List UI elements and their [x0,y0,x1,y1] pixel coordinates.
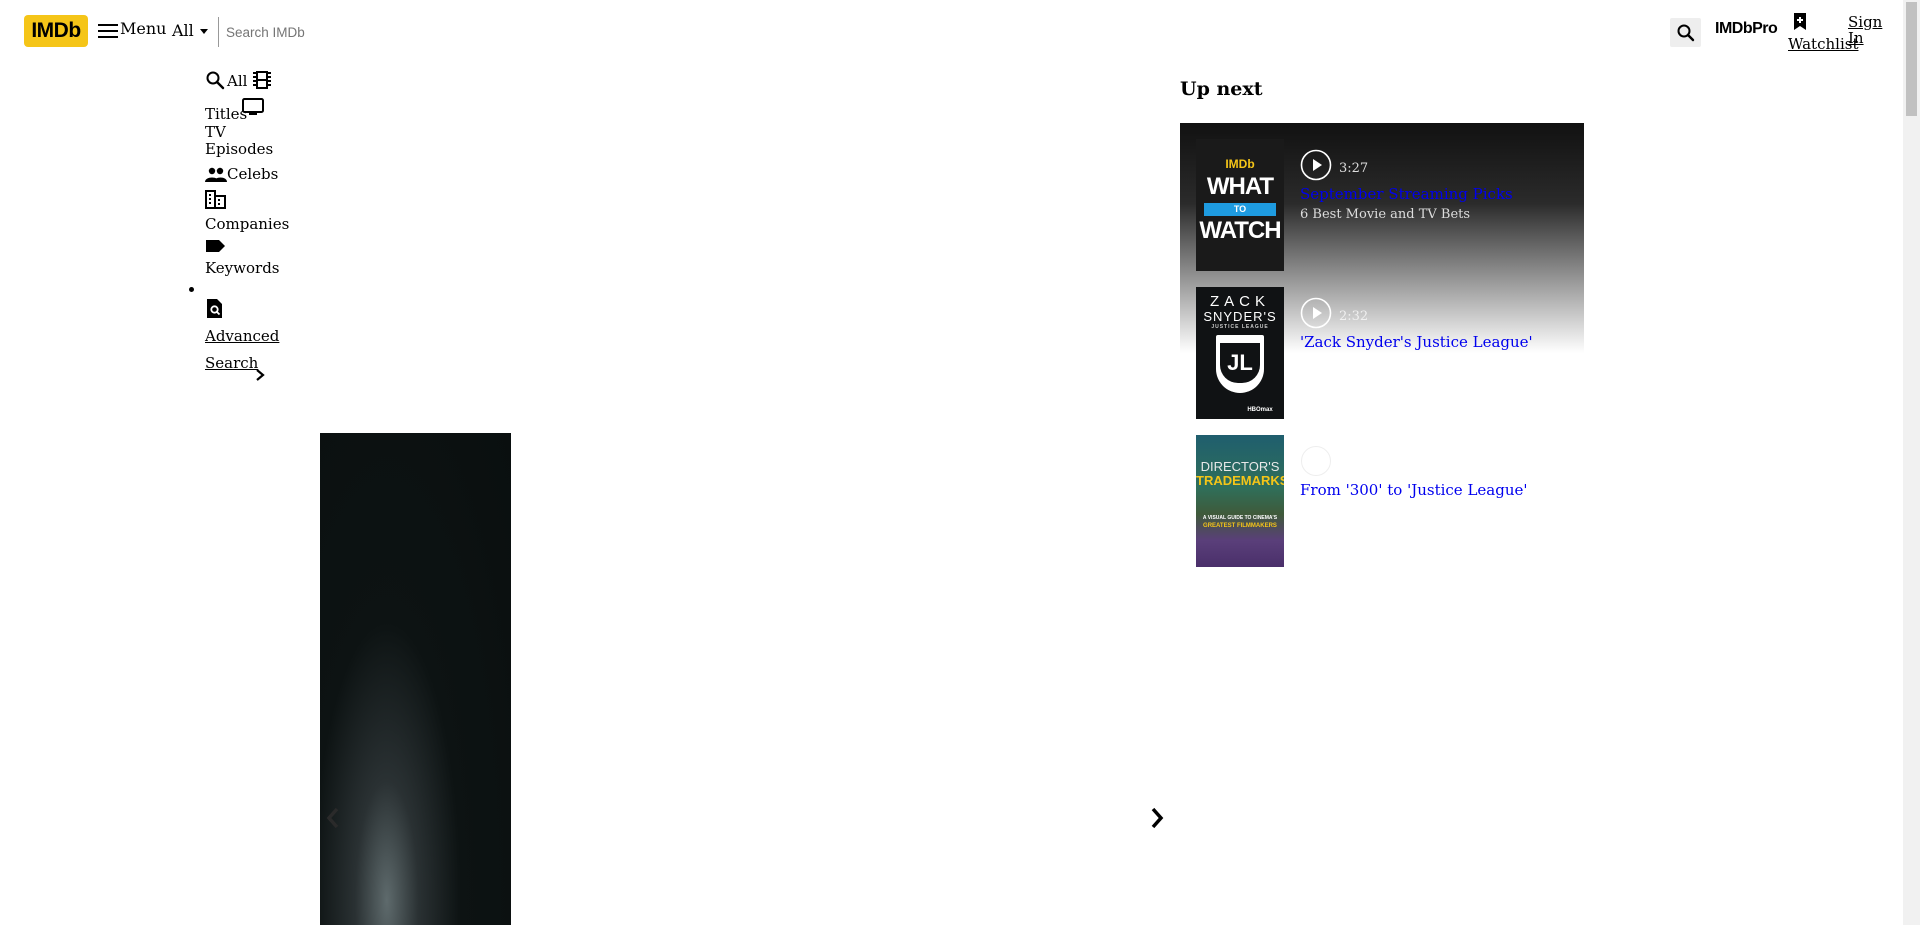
imdbpro-link[interactable]: IMDbPro [1715,20,1778,38]
poster-line-2: TO [1204,203,1276,216]
poster-line-2: TRADEMARKS [1196,473,1284,488]
building-icon [205,190,226,209]
category-titles-label: Titles [205,105,248,123]
tag-icon [206,240,225,252]
category-all[interactable]: All [205,70,247,90]
video-title-link[interactable]: From '300' to 'Justice League' [1300,481,1527,499]
video-title-link[interactable]: 'Zack Snyder's Justice League' [1300,333,1533,351]
category-keywords[interactable]: Keywords [205,238,280,277]
poster-line-2: SNYDER'S [1203,309,1277,324]
search-bar: All [170,14,1300,48]
justice-league-emblem: JL [1216,335,1264,393]
page-scrollbar[interactable] [1903,0,1920,925]
video-player[interactable] [320,433,511,925]
document-search-icon [207,299,222,318]
advanced-search-label-1: Advanced [205,327,280,345]
play-icon[interactable] [1300,445,1332,477]
category-tv-label-2: Episodes [205,140,274,158]
search-divider [218,17,219,47]
poster-line-3: WATCH [1199,217,1281,244]
category-companies-label: Companies [205,215,290,233]
category-companies[interactable]: Companies [205,190,289,233]
up-next-item[interactable]: DIRECTOR'S TRADEMARKS A VISUAL GUIDE TO … [1196,435,1576,567]
search-category-value: All [172,21,194,40]
hamburger-icon [98,24,118,38]
chevron-left-icon [326,807,339,829]
chevron-right-icon [256,369,265,381]
list-bullet [189,287,194,292]
category-celebs-label: Celebs [227,165,279,183]
poster-line-3: JUSTICE LEAGUE [1211,324,1269,330]
poster-line-1: WHAT [1206,173,1274,200]
video-thumbnail[interactable]: ZACK SNYDER'S JUSTICE LEAGUE JL HBOmax [1196,287,1284,419]
video-duration: 2:32 [1339,309,1369,324]
category-tv-label-1: TV [205,123,226,141]
menu-label: Menu [120,19,167,38]
video-subtitle: 6 Best Movie and TV Bets [1300,207,1471,222]
poster-footer: HBOmax [1247,407,1273,413]
search-submit-button[interactable] [1670,18,1701,47]
video-duration: 3:27 [1339,161,1369,176]
scrollbar-thumb[interactable] [1906,2,1917,116]
category-titles[interactable]: Titles [205,106,247,123]
video-thumbnail[interactable]: IMDb WHAT TO WATCH [1196,139,1284,271]
sign-in-link[interactable]: Sign In [1848,14,1888,46]
poster-brand: IMDb [1225,157,1255,171]
up-next-item[interactable]: ZACK SNYDER'S JUSTICE LEAGUE JL HBOmax 2… [1196,287,1576,419]
category-celebs[interactable]: Celebs [205,166,278,183]
previous-video-button[interactable] [322,803,346,837]
up-next-heading: Up next [1180,78,1263,100]
bookmark-add-icon [1794,13,1806,30]
poster-line-1: ZACK [1209,293,1270,310]
play-icon[interactable] [1300,297,1332,329]
category-all-label: All [227,72,248,90]
play-icon[interactable] [1300,149,1332,181]
up-next-list: IMDb WHAT TO WATCH 3:27 September Stream… [1180,123,1584,583]
poster-line-4: GREATEST FILMMAKERS [1203,523,1277,529]
imdb-logo[interactable]: IMDb [24,15,88,47]
caret-down-icon [199,29,208,34]
watchlist-link[interactable]: Watchlist [1788,10,1858,56]
next-video-button[interactable] [1145,803,1169,837]
advanced-search-link[interactable]: Advanced Search [205,298,280,381]
top-navigation-bar: IMDb Menu All IMDbPro Watchlist Sign In [0,0,1900,62]
search-icon [206,71,225,90]
film-icon [253,70,271,90]
search-icon [1677,24,1695,42]
video-title-link[interactable]: September Streaming Picks [1300,185,1513,203]
people-icon [205,167,227,182]
poster-line-1: DIRECTOR'S [1200,459,1280,474]
tv-icon [242,98,264,116]
up-next-item[interactable]: IMDb WHAT TO WATCH 3:27 September Stream… [1196,139,1576,271]
video-thumbnail[interactable]: DIRECTOR'S TRADEMARKS A VISUAL GUIDE TO … [1196,435,1284,567]
chevron-right-icon [1151,807,1164,829]
category-tv-episodes[interactable]: TV Episodes [205,124,273,158]
advanced-search-label-2: Search [205,354,259,372]
search-input[interactable] [224,20,1228,44]
search-category-dropdown[interactable]: All [172,21,208,40]
poster-line-3: A VISUAL GUIDE TO CINEMA'S [1202,515,1278,521]
emblem-text: JL [1220,343,1260,383]
category-keywords-label: Keywords [205,259,280,277]
